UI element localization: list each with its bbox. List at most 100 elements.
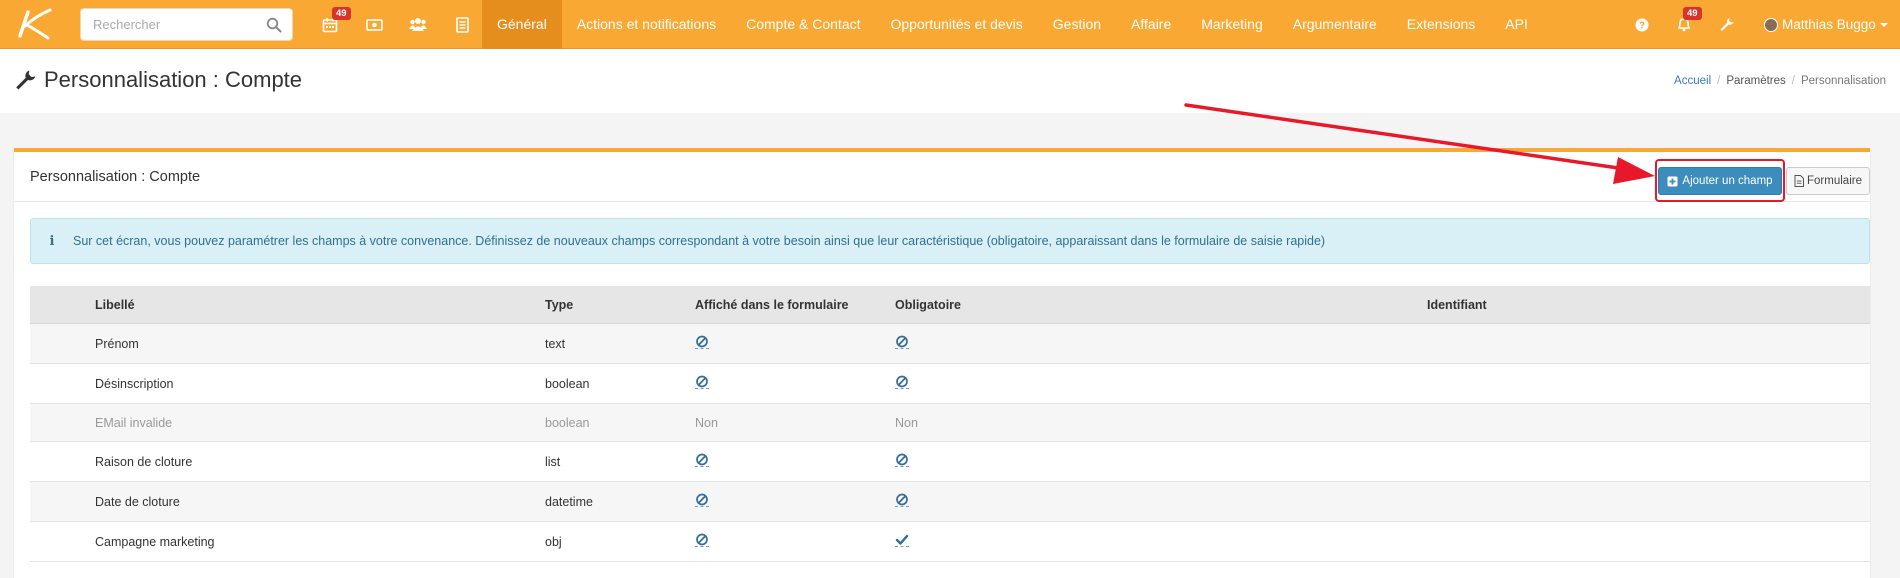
documents-button[interactable]	[442, 0, 482, 49]
menu-actions-notifications[interactable]: Actions et notifications	[562, 0, 731, 49]
cell-type: text	[545, 336, 566, 351]
cell-affiche-formulaire	[695, 375, 895, 392]
plus-square-icon	[1667, 176, 1678, 186]
menu-gestion[interactable]: Gestion	[1038, 0, 1116, 49]
top-navbar: 49 Général Actions et notifications Comp…	[0, 0, 1900, 49]
cell-affiche-formulaire: Non	[695, 415, 718, 430]
breadcrumb-current: Personnalisation	[1800, 75, 1886, 87]
settings-button[interactable]	[1712, 0, 1740, 49]
table-header: Libellé Type Affiché dans le formulaire …	[30, 286, 1870, 324]
page-header: Personnalisation : Compte Accueil / Para…	[0, 49, 1900, 113]
menu-affaire[interactable]: Affaire	[1116, 0, 1186, 49]
form-button[interactable]: Formulaire	[1786, 167, 1870, 195]
cell-type: datetime	[545, 494, 593, 509]
fields-table: Libellé Type Affiché dans le formulaire …	[30, 286, 1870, 562]
user-name: Matthias Buggo	[1782, 17, 1876, 32]
table-row[interactable]: Campagne marketing obj	[30, 522, 1870, 562]
cell-obligatoire	[895, 533, 1427, 550]
table-row[interactable]: Date de cloture datetime	[30, 482, 1870, 522]
check-icon[interactable]	[895, 533, 909, 547]
cell-libelle: EMail invalide	[95, 415, 173, 430]
breadcrumb-separator: /	[1791, 75, 1795, 87]
money-icon	[365, 18, 383, 31]
search-input[interactable]	[81, 9, 251, 40]
cell-type: list	[545, 454, 561, 469]
menu-extensions[interactable]: Extensions	[1392, 0, 1490, 49]
cell-libelle: Désinscription	[95, 376, 174, 391]
cell-obligatoire	[895, 453, 1427, 470]
table-row[interactable]: Raison de cloture list	[30, 442, 1870, 482]
menu-api[interactable]: API	[1490, 0, 1543, 49]
header-type[interactable]: Type	[545, 298, 695, 312]
notifications-button[interactable]: 49	[1670, 0, 1702, 49]
cell-affiche-formulaire	[695, 533, 895, 550]
cell-obligatoire: Non	[895, 415, 918, 430]
menu-compte-contact[interactable]: Compte & Contact	[731, 0, 875, 49]
calendar-badge: 49	[332, 7, 351, 20]
cell-obligatoire	[895, 493, 1427, 510]
header-affiche-formulaire[interactable]: Affiché dans le formulaire	[695, 298, 895, 312]
search-box[interactable]	[80, 8, 293, 41]
cell-libelle: Date de cloture	[95, 494, 180, 509]
page-title-text: Personnalisation : Compte	[44, 67, 303, 92]
ban-icon[interactable]	[895, 453, 909, 467]
header-obligatoire[interactable]: Obligatoire	[895, 298, 1427, 312]
add-field-button[interactable]: Ajouter un champ	[1658, 167, 1782, 195]
money-button[interactable]	[354, 0, 394, 49]
cell-affiche-formulaire	[695, 493, 895, 510]
header-libelle[interactable]: Libellé	[30, 298, 545, 312]
menu-general[interactable]: Général	[482, 0, 562, 49]
notifications-badge: 49	[1683, 7, 1702, 20]
wrench-icon	[1720, 18, 1733, 31]
cell-type: boolean	[545, 415, 590, 430]
help-button[interactable]: ?	[1628, 0, 1656, 49]
file-icon	[1794, 175, 1805, 187]
ban-icon[interactable]	[895, 493, 909, 507]
search-icon[interactable]	[266, 17, 282, 33]
menu-argumentaire[interactable]: Argumentaire	[1278, 0, 1392, 49]
cell-libelle: Raison de cloture	[95, 454, 193, 469]
info-alert: i Sur cet écran, vous pouvez paramétrer …	[30, 218, 1870, 264]
avatar	[1764, 17, 1778, 32]
users-icon	[409, 18, 427, 31]
table-row[interactable]: Désinscription boolean	[30, 364, 1870, 404]
cell-libelle: Campagne marketing	[95, 534, 215, 549]
cell-libelle: Prénom	[95, 336, 139, 351]
contacts-button[interactable]	[398, 0, 438, 49]
cell-type: boolean	[545, 376, 590, 391]
ban-icon[interactable]	[895, 335, 909, 349]
breadcrumb-home[interactable]: Accueil	[1674, 75, 1711, 87]
cell-obligatoire	[895, 375, 1427, 392]
ban-icon[interactable]	[695, 375, 709, 389]
svg-text:?: ?	[1639, 20, 1645, 31]
cell-obligatoire	[895, 335, 1427, 352]
ban-icon[interactable]	[695, 533, 709, 547]
header-identifiant[interactable]: Identifiant	[1427, 298, 1870, 312]
wrench-icon	[16, 70, 36, 90]
panel-header: Personnalisation : Compte Ajouter un cha…	[14, 152, 1870, 202]
add-field-label: Ajouter un champ	[1682, 175, 1773, 187]
info-icon: i	[49, 233, 55, 249]
cell-type: obj	[545, 534, 562, 549]
table-row[interactable]: Prénom text	[30, 324, 1870, 364]
menu-marketing[interactable]: Marketing	[1186, 0, 1277, 49]
breadcrumb: Accueil / Paramètres / Personnalisation	[1674, 75, 1886, 87]
cell-affiche-formulaire	[695, 335, 895, 352]
info-text: Sur cet écran, vous pouvez paramétrer le…	[73, 234, 1326, 248]
calendar-button[interactable]: 49	[310, 0, 351, 49]
main-menu: Général Actions et notifications Compte …	[482, 0, 1543, 49]
ban-icon[interactable]	[695, 493, 709, 507]
breadcrumb-separator: /	[1717, 75, 1721, 87]
help-icon: ?	[1635, 18, 1649, 31]
ban-icon[interactable]	[895, 375, 909, 389]
ban-icon[interactable]	[695, 335, 709, 349]
app-logo[interactable]	[14, 6, 54, 42]
breadcrumb-parametres[interactable]: Paramètres	[1726, 75, 1785, 87]
caret-down-icon	[1879, 22, 1888, 27]
page-title: Personnalisation : Compte	[14, 67, 302, 93]
user-menu[interactable]: Matthias Buggo	[1764, 0, 1888, 49]
ban-icon[interactable]	[695, 453, 709, 467]
table-row[interactable]: EMail invalide boolean Non Non	[30, 404, 1870, 442]
menu-opportunites-devis[interactable]: Opportunités et devis	[876, 0, 1038, 49]
table-body: Prénom text Désinscription boolean EMail inv…	[30, 324, 1870, 562]
